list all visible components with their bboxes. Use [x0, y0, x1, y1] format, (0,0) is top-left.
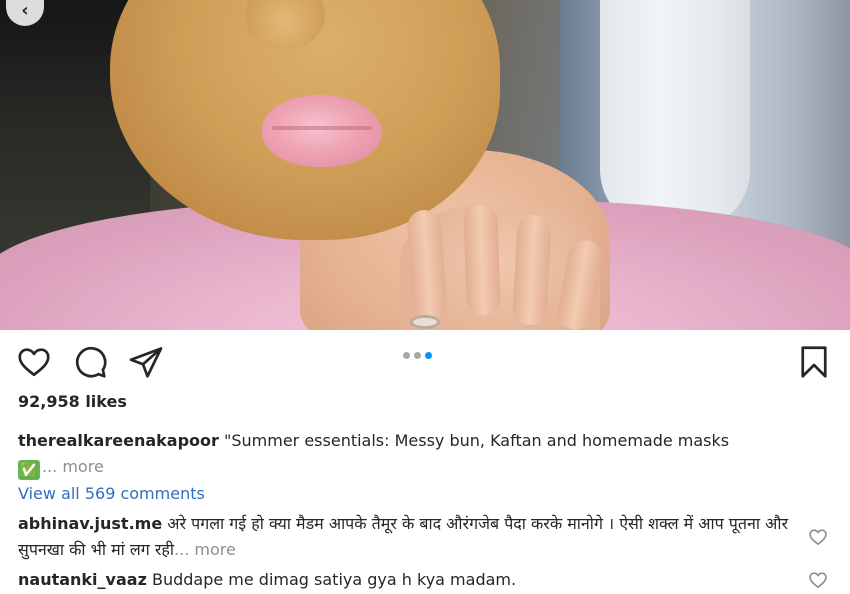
view-all-comments-link[interactable]: View all 569 comments [18, 484, 205, 503]
caption-text: "Summer essentials: Messy bun, Kaftan an… [218, 431, 730, 450]
comment-like-heart-icon[interactable] [808, 570, 828, 590]
comment-username[interactable]: abhinav.just.me [18, 514, 162, 533]
comment-like-heart-icon[interactable] [808, 527, 828, 547]
comment-item: abhinav.just.me अरे पगला गई हो क्या मैडम… [18, 511, 798, 563]
chevron-left-icon: ‹ [21, 0, 29, 21]
post-image[interactable] [0, 0, 850, 330]
comment-icon[interactable] [72, 344, 108, 380]
bookmark-icon[interactable] [796, 344, 832, 380]
caption: therealkareenakapoor "Summer essentials:… [18, 428, 818, 480]
check-mark-emoji: ✅ [18, 460, 40, 480]
send-icon[interactable] [128, 344, 164, 380]
carousel-dot [414, 352, 421, 359]
image-finger [463, 204, 501, 316]
comment-username[interactable]: nautanki_vaaz [18, 570, 147, 589]
carousel-dot [403, 352, 410, 359]
caption-more-link[interactable]: ... more [42, 457, 104, 476]
image-ring [410, 315, 440, 329]
image-lips-line [272, 126, 372, 130]
caption-username[interactable]: therealkareenakapoor [18, 431, 219, 450]
carousel-dot-active [425, 352, 432, 359]
action-bar [0, 332, 850, 392]
image-cloth [600, 0, 750, 230]
image-finger [512, 214, 552, 326]
comment-text: Buddape me dimag satiya gya h kya madam. [146, 570, 517, 589]
heart-icon[interactable] [16, 344, 52, 380]
likes-count[interactable]: 92,958 likes [18, 392, 127, 411]
comment-item: nautanki_vaaz Buddape me dimag satiya gy… [18, 567, 798, 593]
comment-more-link[interactable]: ... more [174, 540, 236, 559]
carousel-indicator [403, 352, 432, 359]
image-lips [262, 95, 382, 167]
